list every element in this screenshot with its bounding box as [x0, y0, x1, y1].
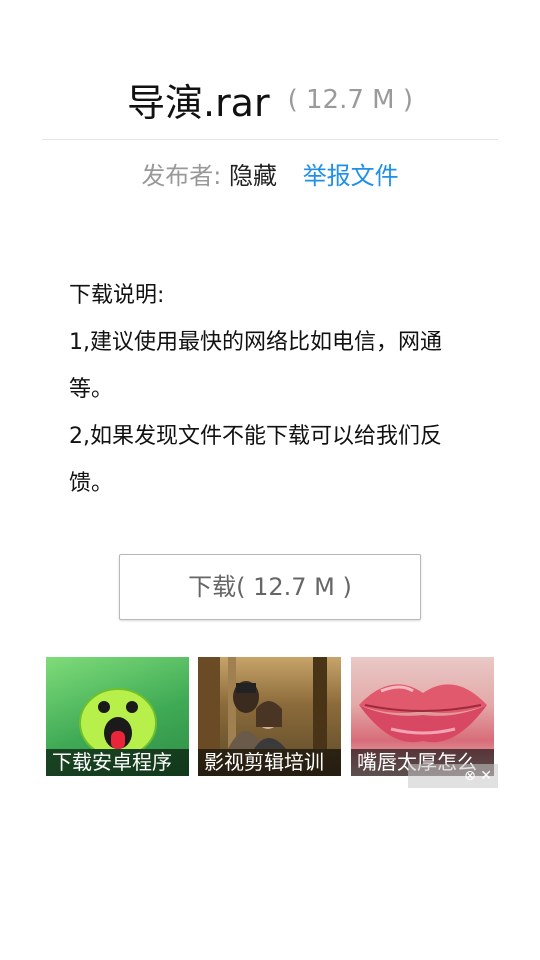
ad-item-android[interactable]: 下载安卓程序 [46, 657, 189, 776]
ad-item-lips[interactable]: 嘴唇太厚怎么 [351, 657, 494, 776]
lips-image [359, 684, 487, 743]
photographer-image [198, 657, 327, 749]
instructions-line-2: 2,如果发现文件不能下载可以给我们反馈。 [69, 424, 442, 496]
ad-caption: 下载安卓程序 [46, 749, 189, 776]
download-button[interactable]: 下载( 12.7 M ) [119, 554, 421, 620]
ad-close-button[interactable]: ⊗ ✕ [408, 764, 498, 788]
publisher-label: 发布者: [141, 162, 222, 190]
instructions-heading: 下载说明: [69, 283, 165, 308]
ad-caption: 影视剪辑培训 [198, 749, 341, 776]
download-instructions: 下载说明: 1,建议使用最快的网络比如电信，网通等。 2,如果发现文件不能下载可… [69, 272, 469, 507]
file-title: 导演.rar ( 12.7 M ) [42, 72, 498, 127]
ad-banner: 下载安卓程序 影视剪辑培训 嘴唇太厚怎么 [46, 657, 494, 777]
file-name: 导演.rar [126, 81, 270, 125]
ad-item-video-editing[interactable]: 影视剪辑培训 [198, 657, 341, 776]
report-file-link[interactable]: 举报文件 [303, 162, 399, 190]
publisher-row: 发布者: 隐藏 举报文件 [0, 156, 540, 191]
file-header: 导演.rar ( 12.7 M ) [42, 60, 498, 140]
instructions-line-1: 1,建议使用最快的网络比如电信，网通等。 [69, 330, 442, 402]
publisher-value: 隐藏 [229, 162, 278, 190]
green-mascot-image [79, 688, 157, 749]
file-size: ( 12.7 M ) [287, 84, 414, 115]
